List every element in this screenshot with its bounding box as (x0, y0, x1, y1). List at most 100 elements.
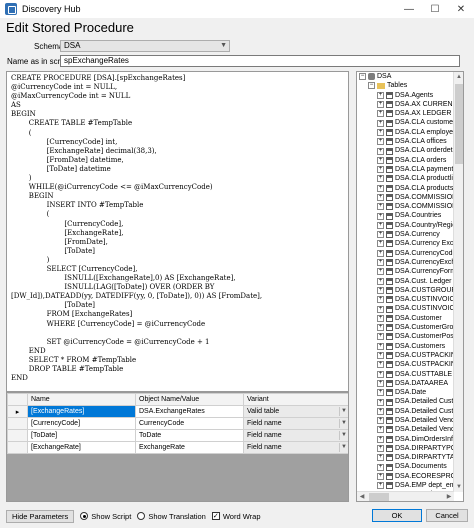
cell-variant[interactable]: Field name ▼ (243, 441, 348, 454)
script-editor[interactable]: CREATE PROCEDURE [DSA].[spExchangeRates]… (6, 71, 349, 392)
expand-icon[interactable]: + (377, 361, 384, 369)
expand-icon[interactable]: + (377, 138, 384, 146)
tree-item[interactable]: + DSA.CLA customers (357, 118, 454, 127)
chevron-down-icon[interactable]: ▼ (339, 443, 348, 452)
table-row[interactable]: [ExchangeRate] ExchangeRate Field name ▼ (7, 441, 348, 454)
table-row[interactable]: ▸ [ExchangeRates] DSA.ExchangeRates Vali… (7, 405, 348, 418)
tree-item[interactable]: + DSA.ECORESPRODUCT (357, 472, 454, 481)
tree-item[interactable]: + DSA.COMMISSIONSCUSTO (357, 202, 454, 211)
collapse-icon[interactable]: − (368, 82, 375, 90)
expand-icon[interactable]: + (377, 482, 384, 490)
cell-variant[interactable]: Field name ▼ (243, 429, 348, 442)
expand-icon[interactable]: + (377, 324, 384, 332)
tree-item[interactable]: + DSA.CUSTGROUP (357, 286, 454, 295)
cell-variant[interactable]: Field name ▼ (243, 417, 348, 430)
tree-item[interactable]: + DSA.Agents (357, 91, 454, 100)
tree-item[interactable]: + DSA.AX CURRENCY (357, 100, 454, 109)
expand-icon[interactable]: + (377, 212, 384, 220)
expand-icon[interactable]: + (377, 333, 384, 341)
tree-item[interactable]: + DSA.CLA productlines (357, 174, 454, 183)
tree-item[interactable]: + DSA.CLA products (357, 184, 454, 193)
expand-icon[interactable]: + (377, 110, 384, 118)
expand-icon[interactable]: + (377, 417, 384, 425)
expand-icon[interactable]: + (377, 305, 384, 313)
tree-item[interactable]: + DSA.Currency (357, 230, 454, 239)
tree-item[interactable]: + DSA.CUSTPACKINGSLIP (357, 351, 454, 360)
tree-item[interactable]: + DSA.CUSTPACKINGSLIPTRANS (357, 360, 454, 369)
tree-item[interactable]: + DSA.CLA payments (357, 165, 454, 174)
chevron-down-icon[interactable]: ▼ (339, 431, 348, 440)
scroll-left-icon[interactable]: ◀ (357, 492, 367, 501)
tree-item[interactable]: + DSA.CLA employees (357, 128, 454, 137)
tree-item[interactable]: + DSA.EMP dept_emp (357, 481, 454, 490)
collapse-icon[interactable]: − (359, 73, 366, 81)
cell-name[interactable]: [ExchangeRate] (27, 441, 136, 454)
expand-icon[interactable]: + (377, 407, 384, 415)
tree-item[interactable]: + DSA.Currency Exchange (357, 239, 454, 248)
tree-item[interactable]: + DSA.CurrencyExchange (357, 258, 454, 267)
cell-object[interactable]: ToDate (135, 429, 244, 442)
tree-item[interactable]: + DSA.DATAAREA (357, 379, 454, 388)
expand-icon[interactable]: + (377, 221, 384, 229)
cell-object[interactable]: CurrencyCode (135, 417, 244, 430)
expand-icon[interactable]: + (377, 101, 384, 109)
tree-item[interactable]: + DSA.Country/Region (357, 221, 454, 230)
expand-icon[interactable]: + (377, 445, 384, 453)
tree-item[interactable]: + DSA.Detailed Vendor Ledg. (357, 416, 454, 425)
scroll-right-icon[interactable]: ▶ (444, 492, 454, 501)
cell-object[interactable]: ExchangeRate (135, 441, 244, 454)
tree-item[interactable]: + DSA.Detailed Cust. Ledg. (357, 407, 454, 416)
expand-icon[interactable]: + (377, 194, 384, 201)
tree-node-root[interactable]: − DSA (357, 72, 454, 81)
show-translation-option[interactable]: Show Translation (137, 512, 206, 521)
tree-item[interactable]: + DSA.Cust. Ledger Entry (357, 277, 454, 286)
cell-variant[interactable]: Valid table ▼ (243, 405, 348, 418)
expand-icon[interactable]: + (377, 249, 384, 257)
scroll-thumb[interactable] (455, 84, 463, 164)
tree-item[interactable]: + DSA.DimOrdersInfo (357, 435, 454, 444)
tree-item[interactable]: + DSA.Countries (357, 211, 454, 220)
expand-icon[interactable]: + (377, 147, 384, 155)
cell-name[interactable]: [ExchangeRates] (27, 405, 136, 418)
schema-select[interactable]: DSA ▼ (60, 40, 230, 52)
maximize-button[interactable]: ☐ (422, 0, 448, 18)
expand-icon[interactable]: + (377, 398, 384, 406)
tree-item[interactable]: + DSA.COMMISSIONS (357, 193, 454, 202)
tree-item[interactable]: + DSA.Date (357, 388, 454, 397)
expand-icon[interactable]: + (377, 370, 384, 378)
column-header-variant[interactable]: Variant (243, 393, 348, 406)
cell-name[interactable]: [ToDate] (27, 429, 136, 442)
tree-node-tables[interactable]: − Tables (357, 81, 454, 90)
show-script-radio[interactable] (80, 512, 89, 520)
hide-parameters-button[interactable]: Hide Parameters (6, 509, 75, 523)
expand-icon[interactable]: + (377, 454, 384, 462)
expand-icon[interactable]: + (377, 259, 384, 267)
chevron-down-icon[interactable]: ▼ (339, 419, 348, 428)
minimize-button[interactable]: — (396, 0, 422, 18)
chevron-down-icon[interactable]: ▼ (339, 407, 348, 416)
expand-icon[interactable]: + (377, 426, 384, 434)
table-row[interactable]: [CurrencyCode] CurrencyCode Field name ▼ (7, 417, 348, 430)
tree-item[interactable]: + DSA.Customers (357, 342, 454, 351)
tree-item[interactable]: + DSA.Detailed Cust. Ledg. Entry (357, 397, 454, 406)
expand-icon[interactable]: + (377, 389, 384, 397)
word-wrap-option[interactable]: ✓ Word Wrap (211, 512, 261, 521)
close-button[interactable]: ✕ (448, 0, 474, 18)
tree-horizontal-scrollbar[interactable]: ◀ ▶ (357, 491, 454, 501)
name-input[interactable]: spExchangeRates (60, 55, 460, 67)
table-row[interactable]: [ToDate] ToDate Field name ▼ (7, 429, 348, 442)
expand-icon[interactable]: + (377, 379, 384, 387)
expand-icon[interactable]: + (377, 435, 384, 443)
expand-icon[interactable]: + (377, 119, 384, 127)
expand-icon[interactable]: + (377, 128, 384, 136)
tree-item[interactable]: + DSA.CLA orderdetails (357, 146, 454, 155)
cell-object[interactable]: DSA.ExchangeRates (135, 405, 244, 418)
tree-item[interactable]: + DSA.CLA offices (357, 137, 454, 146)
tree-item[interactable]: + DSA.CLA orders (357, 156, 454, 165)
tree-item[interactable]: + DSA.CustomerGroups (357, 323, 454, 332)
expand-icon[interactable]: + (377, 184, 384, 192)
tree-item[interactable]: + DSA.DIRPARTYPOSTAL (357, 444, 454, 453)
expand-icon[interactable]: + (377, 277, 384, 285)
expand-icon[interactable]: + (377, 463, 384, 471)
expand-icon[interactable]: + (377, 286, 384, 294)
